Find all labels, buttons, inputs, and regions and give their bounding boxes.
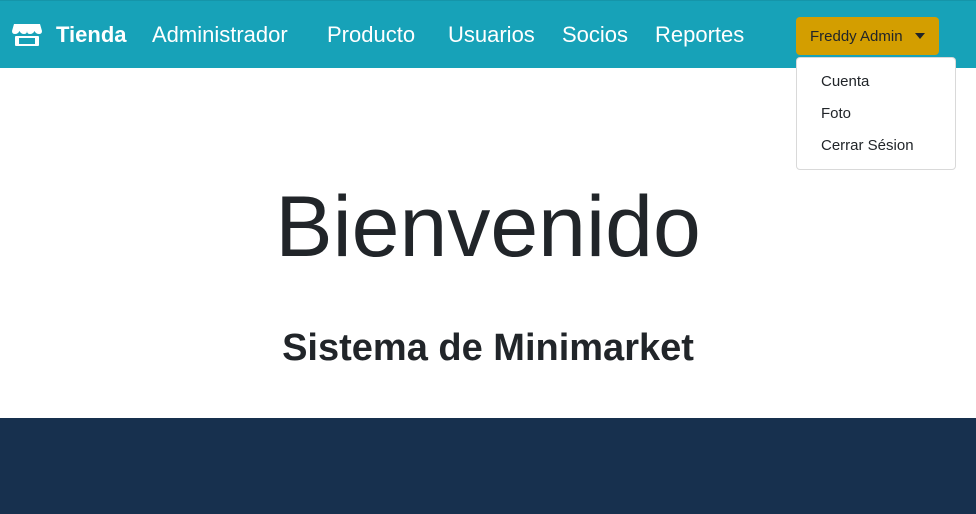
nav-link-reportes[interactable]: Reportes bbox=[655, 1, 744, 69]
nav-link-usuarios[interactable]: Usuarios bbox=[448, 1, 535, 69]
caret-down-icon bbox=[915, 33, 925, 39]
page-subtitle: Sistema de Minimarket bbox=[282, 327, 694, 369]
brand-label: Tienda bbox=[56, 22, 127, 47]
nav-link-administrador[interactable]: Administrador bbox=[152, 1, 288, 69]
footer bbox=[0, 418, 976, 514]
user-menu-button[interactable]: Freddy Admin bbox=[796, 17, 939, 55]
nav-link-producto[interactable]: Producto bbox=[327, 1, 415, 69]
page-title: Bienvenido bbox=[275, 179, 701, 275]
brand-link[interactable]: Tienda bbox=[12, 1, 127, 69]
user-menu-label: Freddy Admin bbox=[810, 27, 903, 45]
user-dropdown-menu: Cuenta Foto Cerrar Sésion bbox=[796, 57, 956, 170]
dropdown-item-cuenta[interactable]: Cuenta bbox=[821, 66, 869, 98]
store-icon bbox=[12, 24, 42, 46]
nav-link-socios[interactable]: Socios bbox=[562, 1, 628, 69]
dropdown-item-foto[interactable]: Foto bbox=[821, 98, 851, 130]
dropdown-item-cerrar-sesion[interactable]: Cerrar Sésion bbox=[821, 130, 914, 162]
